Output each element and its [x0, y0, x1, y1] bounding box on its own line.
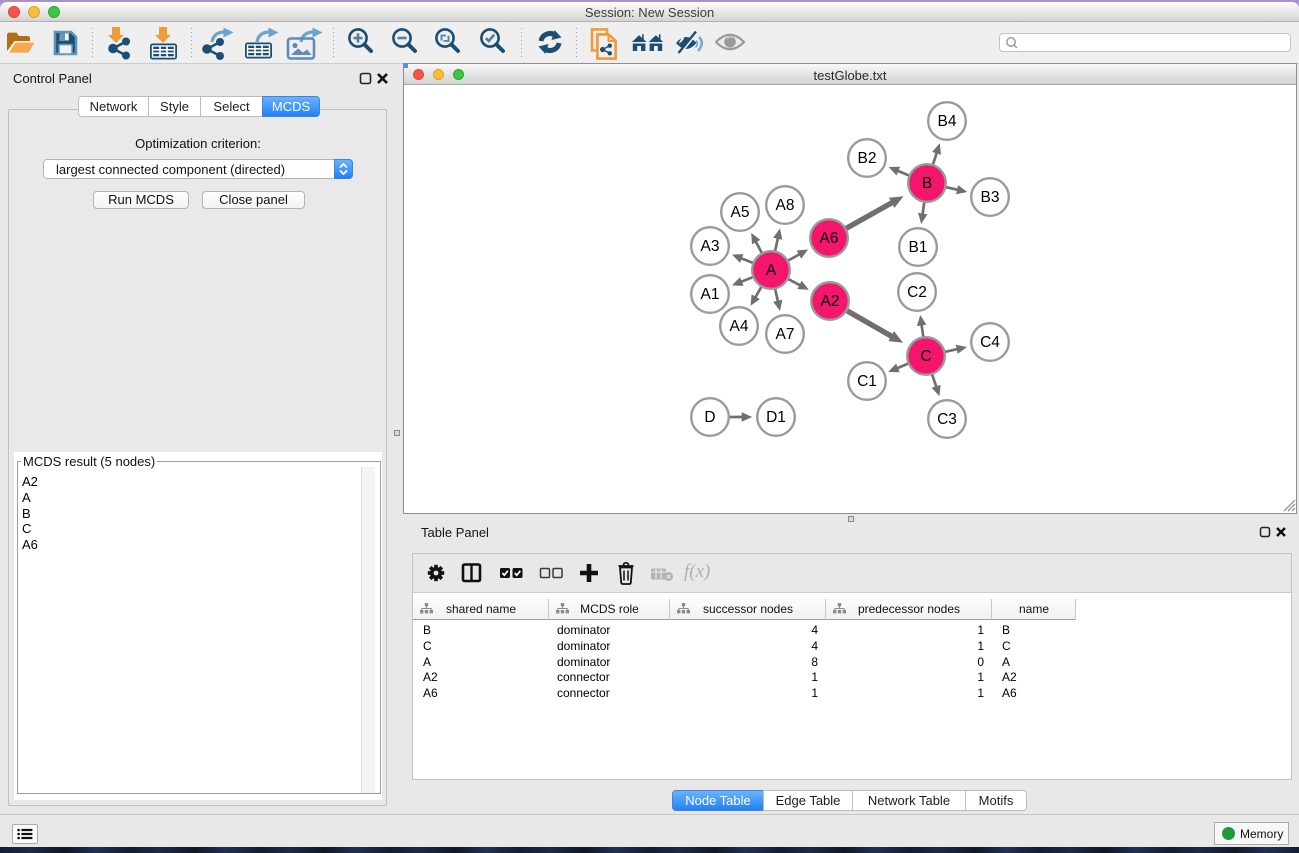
svg-text:A5: A5	[731, 204, 750, 221]
svg-text:C1: C1	[857, 373, 877, 390]
svg-text:A2: A2	[821, 293, 840, 310]
svg-text:C3: C3	[937, 411, 957, 428]
svg-text:A3: A3	[701, 238, 720, 255]
svg-text:B1: B1	[909, 239, 928, 256]
svg-text:C4: C4	[980, 334, 1000, 351]
svg-text:D: D	[704, 409, 715, 426]
svg-text:B2: B2	[858, 150, 877, 167]
svg-text:A4: A4	[730, 318, 749, 335]
svg-text:B: B	[922, 175, 932, 192]
svg-text:A7: A7	[776, 326, 795, 343]
svg-text:B3: B3	[981, 189, 1000, 206]
svg-text:A: A	[766, 262, 777, 279]
svg-text:D1: D1	[766, 409, 786, 426]
svg-text:B4: B4	[938, 113, 957, 130]
svg-text:A8: A8	[776, 197, 795, 214]
svg-text:C2: C2	[907, 284, 927, 301]
svg-text:C: C	[920, 348, 931, 365]
svg-text:A6: A6	[820, 230, 839, 247]
svg-text:A1: A1	[701, 286, 720, 303]
